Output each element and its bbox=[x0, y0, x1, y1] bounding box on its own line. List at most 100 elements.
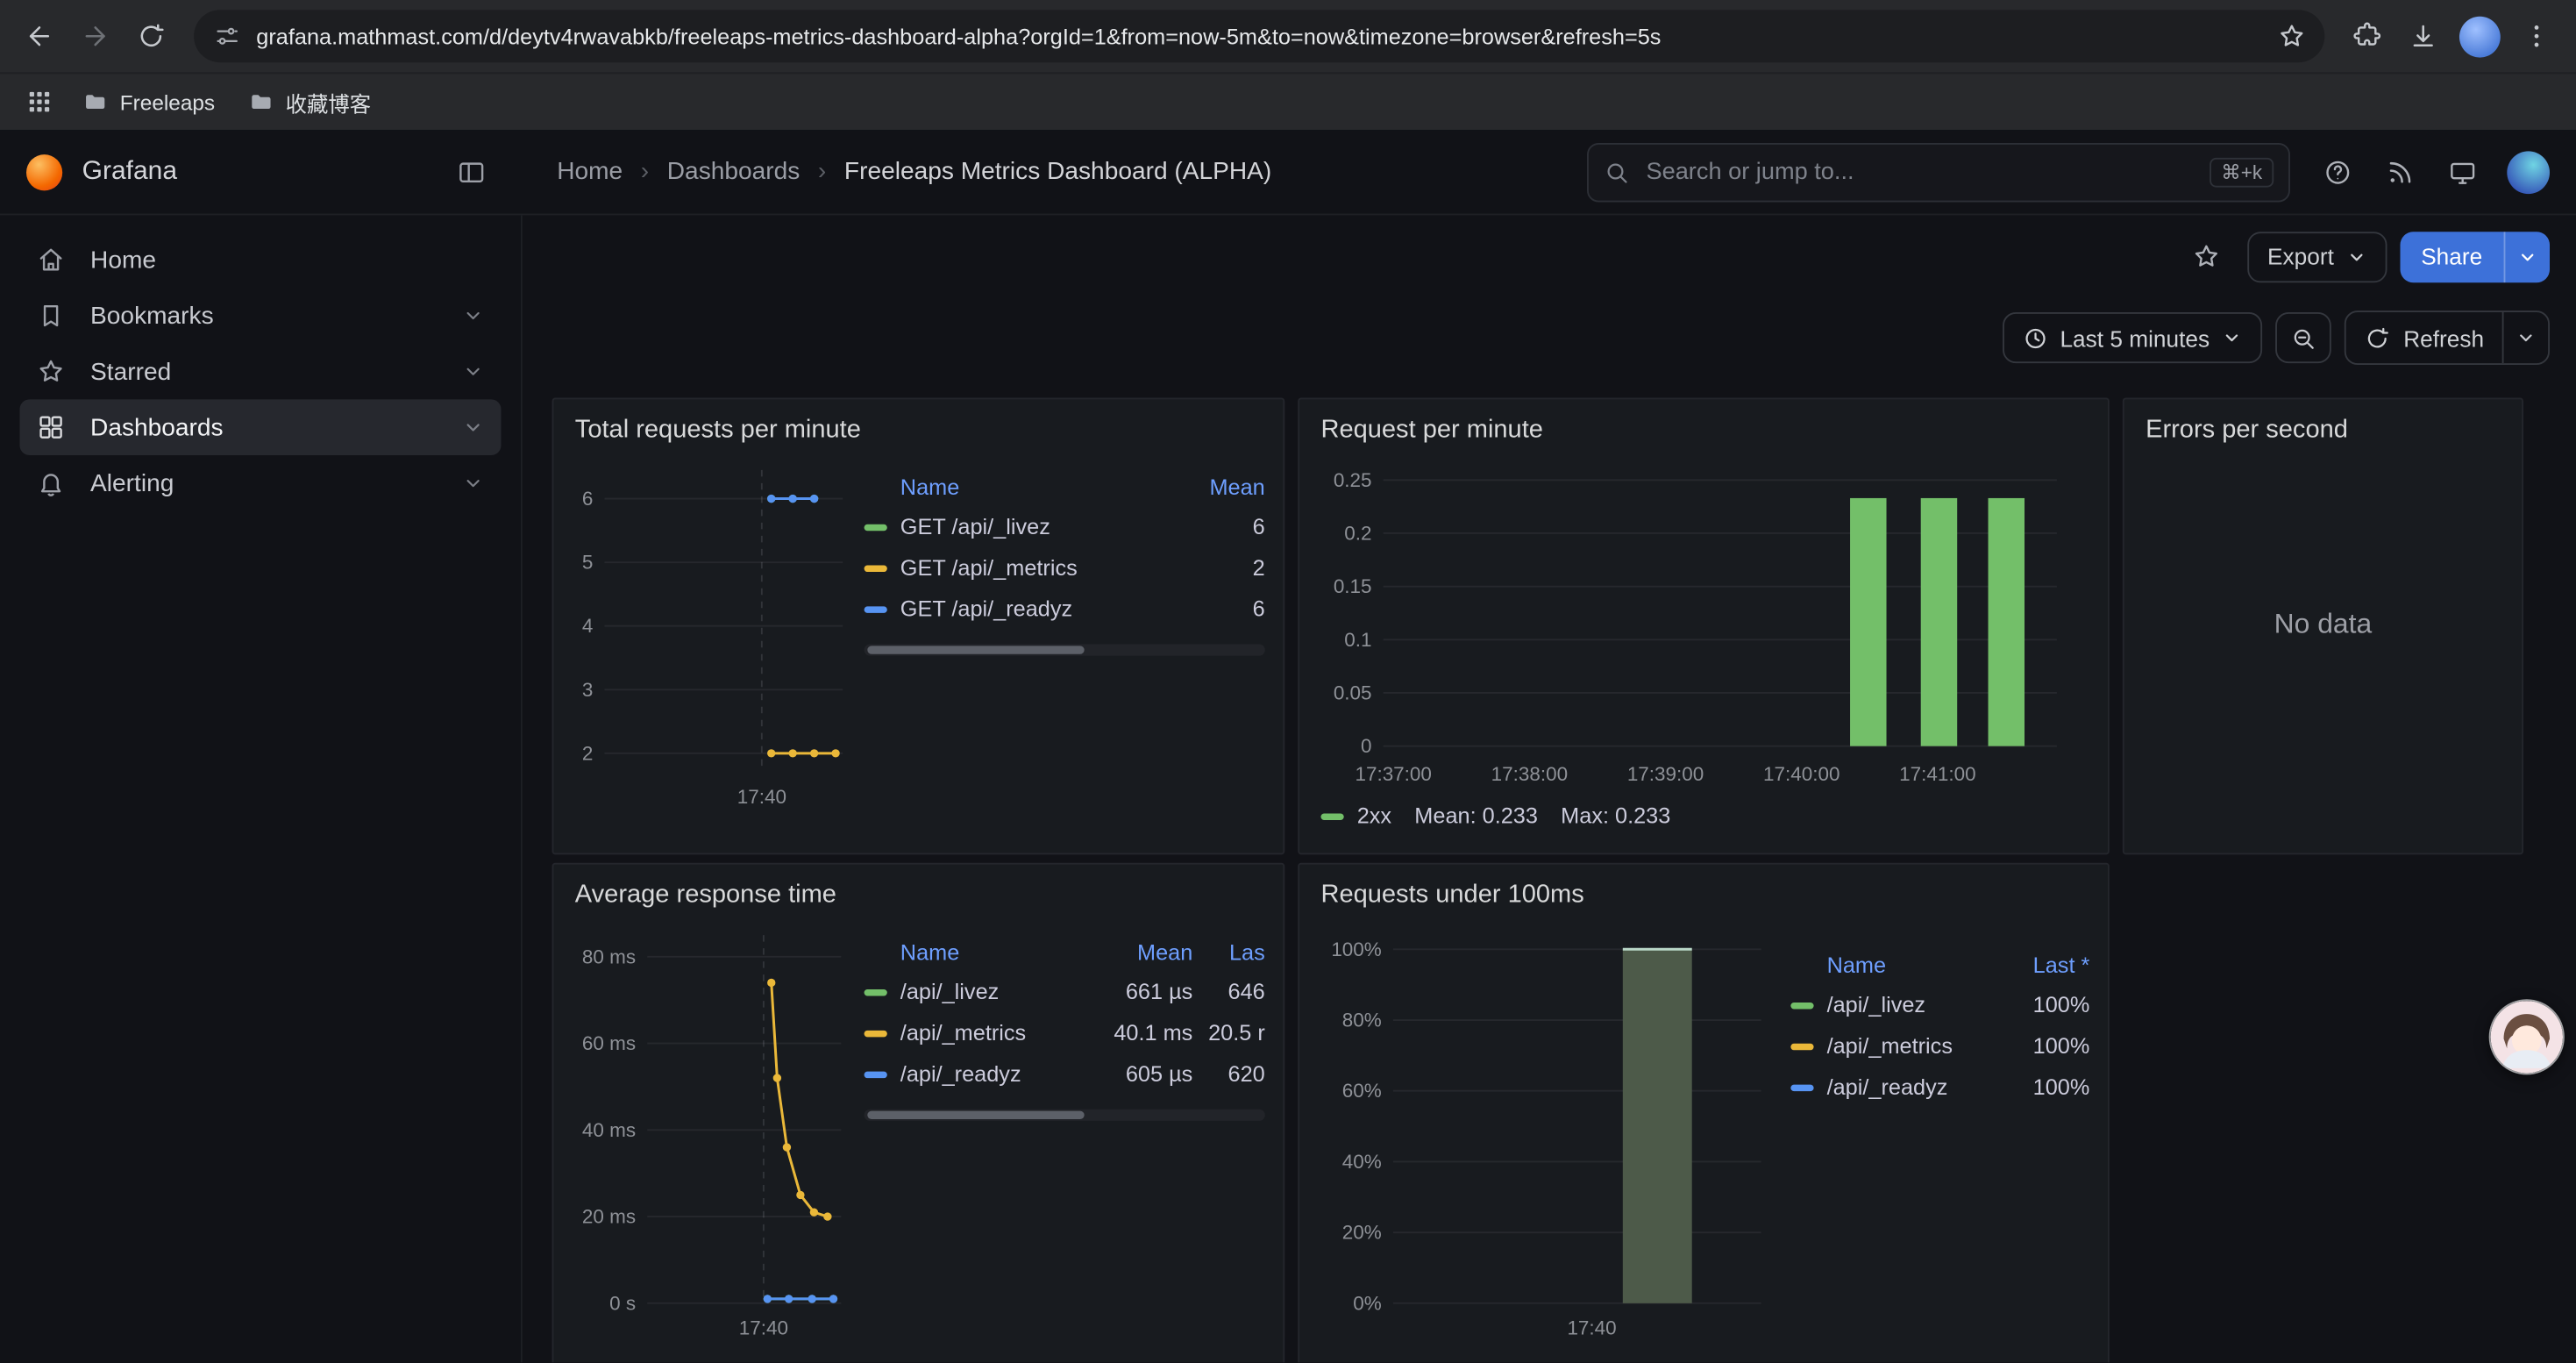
legend-row[interactable]: /api/_readyz 100% bbox=[1790, 1067, 2089, 1108]
legend-scrollbar[interactable] bbox=[865, 644, 1265, 655]
legend-row[interactable]: /api/_readyz 605 µs 620 bbox=[865, 1053, 1265, 1095]
assistant-avatar-button[interactable] bbox=[2489, 999, 2565, 1074]
bookmark-star-button[interactable] bbox=[2269, 13, 2315, 59]
svg-text:0.1: 0.1 bbox=[1344, 629, 1371, 651]
legend-row[interactable]: /api/_livez 661 µs 646 bbox=[865, 971, 1265, 1012]
share-menu-button[interactable] bbox=[2504, 231, 2550, 282]
sidebar-item-home[interactable]: Home bbox=[19, 232, 501, 288]
display-button[interactable] bbox=[2435, 146, 2491, 198]
export-button[interactable]: Export bbox=[2248, 231, 2387, 282]
bookmark-folder-blogs[interactable]: 收藏博客 bbox=[235, 81, 385, 124]
legend-scrollbar[interactable] bbox=[865, 1110, 1265, 1121]
search-input[interactable] bbox=[1643, 157, 2196, 187]
legend-row[interactable]: /api/_metrics 40.1 ms 20.5 r bbox=[865, 1012, 1265, 1053]
legend-column-last[interactable]: Las bbox=[1192, 939, 1264, 964]
export-label: Export bbox=[2267, 243, 2334, 269]
svg-text:17:38:00: 17:38:00 bbox=[1491, 763, 1568, 785]
extensions-button[interactable] bbox=[2341, 10, 2394, 62]
svg-text:17:41:00: 17:41:00 bbox=[1899, 763, 1975, 785]
sidebar-item-label: Bookmarks bbox=[90, 302, 214, 330]
svg-text:20 ms: 20 ms bbox=[582, 1206, 636, 1228]
browser-profile-avatar[interactable] bbox=[2459, 16, 2501, 57]
sidebar-item-dashboards[interactable]: Dashboards bbox=[19, 399, 501, 455]
series-last: 646 bbox=[1192, 980, 1264, 1004]
panel-title[interactable]: Errors per second bbox=[2145, 410, 2501, 450]
legend-column-name[interactable]: Name bbox=[1827, 953, 1998, 977]
downloads-button[interactable] bbox=[2397, 10, 2450, 62]
grafana-logo[interactable] bbox=[26, 153, 62, 189]
requests-under-100ms-chart[interactable]: 100%80%60%40%20%0%17:40 bbox=[1320, 916, 1777, 1350]
legend-column-name[interactable]: Name bbox=[900, 939, 1101, 964]
series-color-dash bbox=[865, 524, 887, 530]
legend-column-name[interactable]: Name bbox=[900, 475, 1173, 499]
breadcrumb-home[interactable]: Home bbox=[557, 158, 623, 186]
panel-request-per-minute: Request per minute 0.250.20.150.10.05017… bbox=[1298, 397, 2110, 854]
chevron-down-icon[interactable] bbox=[462, 360, 485, 382]
breadcrumb-dashboards[interactable]: Dashboards bbox=[667, 158, 801, 186]
chevron-down-icon[interactable] bbox=[462, 304, 485, 327]
address-bar[interactable]: grafana.mathmast.com/d/deytv4rwavabkb/fr… bbox=[194, 10, 2324, 62]
news-button[interactable] bbox=[2373, 146, 2429, 198]
scrollbar-thumb[interactable] bbox=[867, 1111, 1084, 1119]
panel-title[interactable]: Requests under 100ms bbox=[1320, 876, 2086, 916]
legend-row[interactable]: GET /api/_livez 6 bbox=[865, 506, 1265, 547]
chevron-down-icon bbox=[2516, 327, 2537, 348]
dashboards-grid-icon bbox=[36, 412, 66, 442]
panel-title[interactable]: Request per minute bbox=[1320, 410, 2086, 450]
scrollbar-thumb[interactable] bbox=[867, 646, 1084, 653]
time-controls-bar: Last 5 minutes Refresh bbox=[523, 282, 2576, 365]
legend-row[interactable]: GET /api/_metrics 2 bbox=[865, 547, 1265, 589]
panel-title[interactable]: Total requests per minute bbox=[575, 410, 1262, 450]
refresh-button[interactable]: Refresh bbox=[2346, 312, 2502, 363]
forward-button[interactable] bbox=[69, 10, 122, 62]
user-avatar[interactable] bbox=[2507, 150, 2550, 193]
legend-column-mean[interactable]: Mean bbox=[1100, 939, 1192, 964]
favorite-dashboard-button[interactable] bbox=[2179, 230, 2235, 282]
series-color-dash bbox=[1320, 813, 1343, 819]
legend-column-mean[interactable]: Mean bbox=[1173, 475, 1265, 499]
chevron-down-icon[interactable] bbox=[462, 416, 485, 439]
legend-row[interactable]: /api/_metrics 100% bbox=[1790, 1025, 2089, 1067]
average-response-time-chart[interactable]: 80 ms60 ms40 ms20 ms0 s17:40 bbox=[575, 916, 851, 1350]
header-icon-group bbox=[2309, 146, 2550, 198]
sidebar-item-alerting[interactable]: Alerting bbox=[19, 455, 501, 511]
legend-row[interactable]: GET /api/_readyz 6 bbox=[865, 589, 1265, 630]
sidebar-item-label: Starred bbox=[90, 358, 171, 386]
panel-grid: Total requests per minute 6543217:40 Nam… bbox=[523, 365, 2576, 1362]
sidebar-item-label: Dashboards bbox=[90, 413, 224, 441]
help-button[interactable] bbox=[2309, 146, 2366, 198]
sidebar-toggle-button[interactable] bbox=[447, 147, 496, 196]
back-button[interactable] bbox=[13, 10, 66, 62]
site-settings-icon[interactable] bbox=[214, 23, 240, 49]
chevron-down-icon[interactable] bbox=[462, 472, 485, 495]
time-range-picker[interactable]: Last 5 minutes bbox=[2003, 312, 2262, 363]
series-mean: 2 bbox=[1173, 555, 1265, 580]
bookmarks-bar: Freeleaps 收藏博客 bbox=[0, 72, 2576, 130]
breadcrumb-current: Freeleaps Metrics Dashboard (ALPHA) bbox=[844, 158, 1271, 186]
series-name: /api/_livez bbox=[1827, 993, 1998, 1017]
search-box[interactable]: ⌘+k bbox=[1587, 142, 2290, 201]
total-requests-chart[interactable]: 6543217:40 bbox=[575, 450, 851, 818]
series-color-dash bbox=[865, 605, 887, 611]
series-name[interactable]: 2xx bbox=[1357, 803, 1391, 828]
bookmark-icon bbox=[36, 301, 66, 331]
refresh-interval-button[interactable] bbox=[2502, 312, 2548, 363]
sidebar-item-starred[interactable]: Starred bbox=[19, 344, 501, 400]
share-split-button: Share bbox=[2400, 231, 2550, 282]
apps-grid-button[interactable] bbox=[17, 79, 62, 125]
request-per-minute-chart[interactable]: 0.250.20.150.10.05017:37:0017:38:0017:39… bbox=[1320, 450, 2076, 795]
download-icon bbox=[2409, 21, 2438, 51]
share-button[interactable]: Share bbox=[2400, 231, 2504, 282]
sidebar-item-bookmarks[interactable]: Bookmarks bbox=[19, 288, 501, 344]
panel-title[interactable]: Average response time bbox=[575, 876, 1262, 916]
browser-menu-button[interactable] bbox=[2510, 10, 2563, 62]
legend-row[interactable]: /api/_livez 100% bbox=[1790, 984, 2089, 1025]
app-body: Home Bookmarks Starred Dashboards Alerti… bbox=[0, 215, 2576, 1362]
reload-button[interactable] bbox=[125, 10, 177, 62]
bookmark-folder-freeleaps[interactable]: Freeleaps bbox=[69, 81, 228, 124]
legend-column-last[interactable]: Last * bbox=[1997, 953, 2089, 977]
zoom-out-button[interactable] bbox=[2275, 312, 2331, 363]
breadcrumb-separator: › bbox=[800, 158, 844, 186]
svg-text:17:40: 17:40 bbox=[737, 786, 786, 808]
series-mean: 40.1 ms bbox=[1100, 1021, 1192, 1045]
